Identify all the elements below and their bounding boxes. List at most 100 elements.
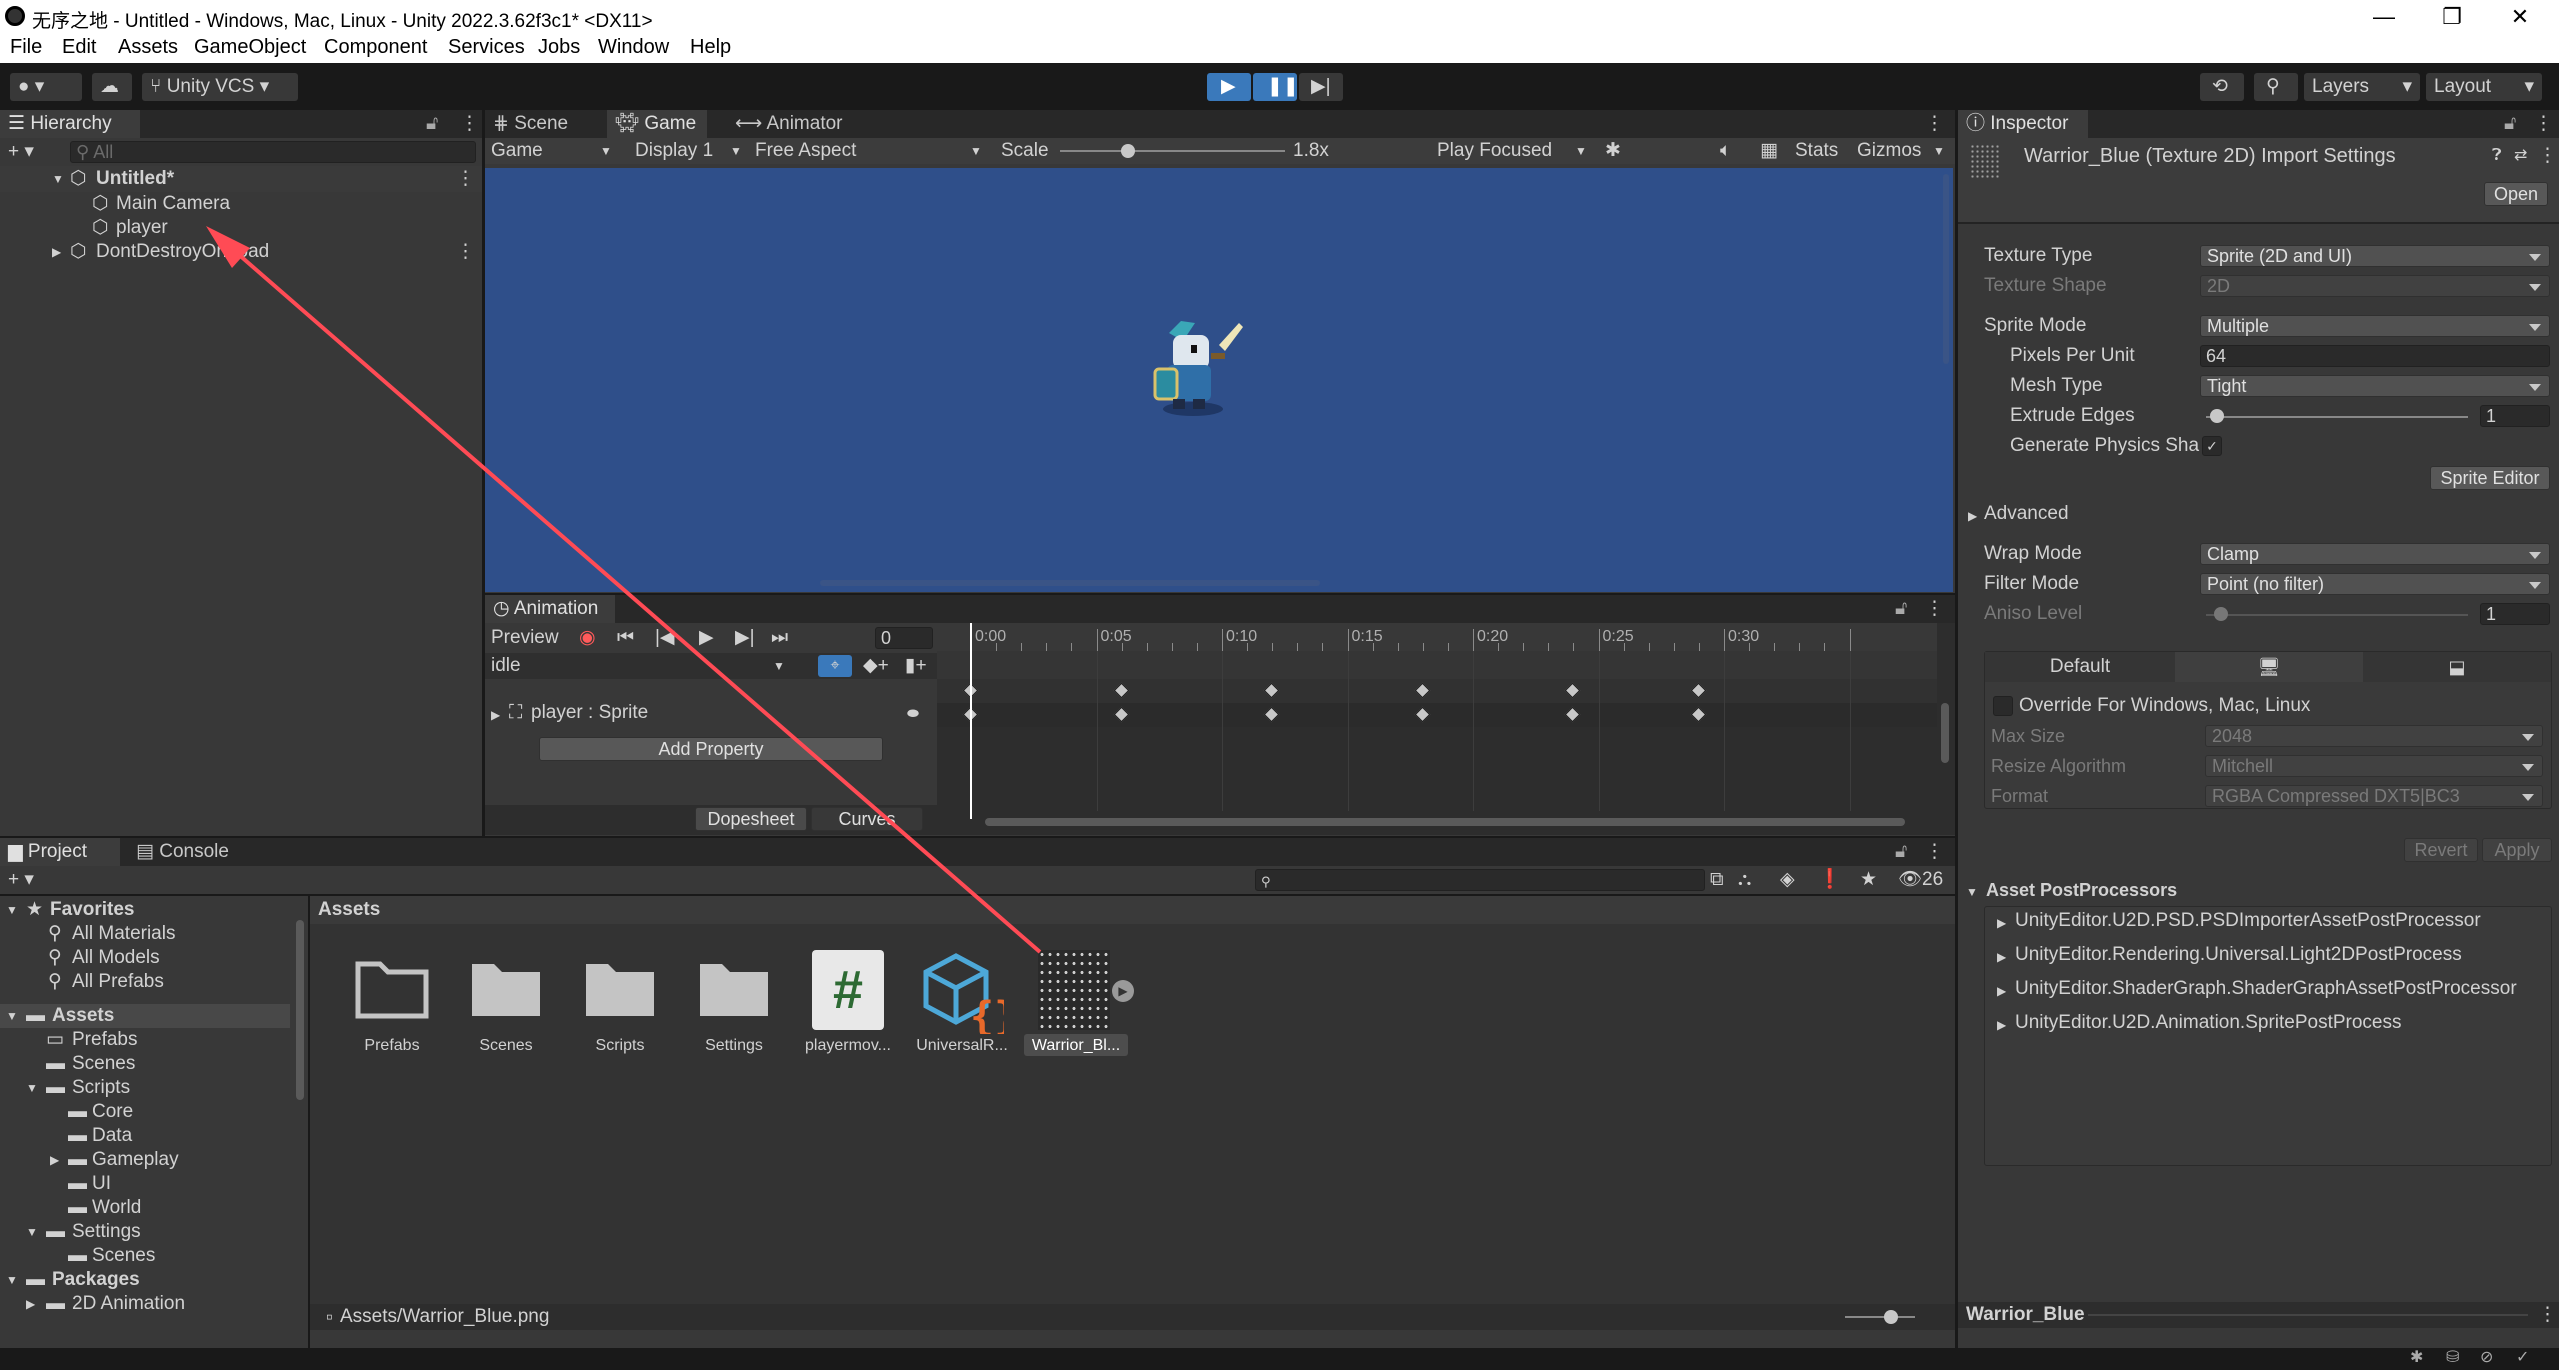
postprocessor-item[interactable]: UnityEditor.U2D.PSD.PSDImporterAssetPost… <box>2015 909 2481 933</box>
display-dropdown[interactable]: Display 1 <box>635 139 713 163</box>
cloud-icon[interactable]: ☁ <box>92 73 132 101</box>
pixels-per-unit-input[interactable]: 64 <box>2200 345 2550 367</box>
tree-prefabs[interactable]: Prefabs <box>72 1028 137 1052</box>
tab-inspector[interactable]: ⓘ Inspector <box>1958 110 2088 138</box>
chevron-down-icon[interactable]: ▼ <box>1933 139 1945 163</box>
favorite-star-icon[interactable]: ★ <box>1860 868 1877 892</box>
keyframe[interactable] <box>1414 682 1431 699</box>
lock-icon[interactable]: 🔓︎ <box>426 112 438 136</box>
filter-by-selection-icon[interactable]: ⌖ <box>818 655 852 677</box>
expand-icon[interactable]: ▶ <box>26 1292 35 1316</box>
lock-icon[interactable]: 🔓︎ <box>1895 597 1907 621</box>
tab-animation[interactable]: ◷ Animation <box>485 595 615 623</box>
texture-type-dropdown[interactable]: Sprite (2D and UI) <box>2200 245 2550 267</box>
last-keyframe-button[interactable]: ⏭ <box>771 626 788 650</box>
override-checkbox[interactable] <box>1993 696 2013 716</box>
curves-tab[interactable]: Curves <box>811 807 923 831</box>
collapse-icon[interactable]: ▼ <box>26 1220 38 1244</box>
collapse-icon[interactable]: ▼ <box>1966 880 1978 904</box>
game-mode-dropdown[interactable]: Game <box>491 139 543 163</box>
collapse-icon[interactable]: ▶ <box>52 240 61 264</box>
favorite-all-models[interactable]: All Models <box>72 946 160 970</box>
minimize-button[interactable]: — <box>2350 0 2418 33</box>
dopesheet-tab[interactable]: Dopesheet <box>695 807 807 831</box>
hierarchy-search-input[interactable]: ⚲ All <box>70 141 476 163</box>
asset-warrior-blue[interactable]: ▶ Warrior_Bl... <box>1024 950 1134 1064</box>
search-icon[interactable]: ⚲ <box>2254 73 2298 101</box>
kebab-menu-icon[interactable]: ⋮ <box>1925 597 1944 621</box>
add-property-button[interactable]: Add Property <box>539 737 883 761</box>
help-icon[interactable]: ❓︎ <box>2492 144 2502 168</box>
presets-icon[interactable]: ⇄ <box>2514 144 2527 168</box>
platform-tab-default[interactable]: Default <box>1985 652 2175 682</box>
create-button[interactable]: + ▾ <box>8 140 34 164</box>
property-options-icon[interactable]: ⬬ <box>907 701 919 725</box>
close-button[interactable]: ✕ <box>2486 0 2554 33</box>
keyframe[interactable] <box>1565 706 1581 723</box>
expand-property-icon[interactable]: ▶ <box>491 703 500 727</box>
expand-icon[interactable]: ▶ <box>1997 1013 2006 1037</box>
tab-project[interactable]: ▆ Project <box>0 838 120 866</box>
postprocessor-item[interactable]: UnityEditor.ShaderGraph.ShaderGraphAsset… <box>2015 977 2517 1001</box>
next-keyframe-button[interactable]: ▶| <box>735 626 755 650</box>
preview-button[interactable]: Preview <box>491 626 559 650</box>
collapse-icon[interactable]: ▼ <box>6 1268 18 1292</box>
vcs-button[interactable]: ⑂ Unity VCS ▾ <box>142 73 298 101</box>
play-focused-dropdown[interactable]: Play Focused <box>1437 139 1552 163</box>
layout-dropdown[interactable]: Layout ▾ <box>2426 73 2542 101</box>
postprocessor-item[interactable]: UnityEditor.U2D.Animation.SpritePostProc… <box>2015 1011 2402 1035</box>
aspect-dropdown[interactable]: Free Aspect <box>755 139 856 163</box>
maximize-button[interactable]: ❐ <box>2418 0 2486 33</box>
kebab-menu-icon[interactable]: ⋮ <box>2538 144 2557 168</box>
tree-packages[interactable]: Packages <box>52 1268 140 1292</box>
play-button[interactable]: ▶ <box>1207 73 1251 101</box>
open-button[interactable]: Open <box>2484 182 2548 206</box>
asset-universalrp[interactable]: {} UniversalR... <box>910 950 1014 1064</box>
breadcrumb[interactable]: Assets <box>318 898 380 922</box>
tree-ui[interactable]: UI <box>92 1172 111 1196</box>
collapse-icon[interactable]: ▼ <box>26 1076 38 1100</box>
keyframe[interactable] <box>1113 706 1129 723</box>
log-filter-icon[interactable]: ❗ <box>1818 868 1842 892</box>
filter-by-label-icon[interactable]: ◈ <box>1780 868 1795 892</box>
viewport-scrollbar-vertical[interactable] <box>1943 174 1949 364</box>
hierarchy-item-dontdestroyonload[interactable]: DontDestroyOnLoad <box>96 240 269 264</box>
dopesheet-timeline[interactable]: 0:00 0:05 0:10 0:15 0:20 0:25 0:30 <box>937 623 1955 835</box>
expand-icon[interactable]: ▶ <box>1997 945 2006 969</box>
kebab-menu-icon[interactable]: ⋮ <box>2534 112 2553 136</box>
favorite-all-prefabs[interactable]: All Prefabs <box>72 970 164 994</box>
scene-row[interactable]: ▼ ⬡ Untitled* ⋮ <box>0 166 482 192</box>
tree-core[interactable]: Core <box>92 1100 133 1124</box>
keyframe[interactable] <box>1263 682 1280 699</box>
collapse-icon[interactable]: ▼ <box>6 1004 18 1028</box>
tab-animator[interactable]: ⟷ Animator <box>727 110 847 138</box>
expand-icon[interactable]: ▶ <box>1997 911 2006 935</box>
tree-settings[interactable]: Settings <box>72 1220 141 1244</box>
extrude-edges-slider[interactable] <box>2206 416 2468 418</box>
icon-size-slider[interactable] <box>1845 1316 1915 1318</box>
collapse-icon[interactable]: ▼ <box>6 898 18 922</box>
sprite-editor-button[interactable]: Sprite Editor <box>2430 466 2550 490</box>
tab-game[interactable]: 👾︎ Game <box>607 110 707 138</box>
record-button[interactable]: ◉ <box>579 626 596 650</box>
asset-postprocessors-header[interactable]: Asset PostProcessors <box>1986 878 2177 902</box>
tab-scene[interactable]: ⋕ Scene <box>485 110 590 138</box>
kebab-menu-icon[interactable]: ⋮ <box>2538 1303 2557 1327</box>
extrude-edges-input[interactable]: 1 <box>2480 405 2550 427</box>
previous-keyframe-button[interactable]: |◀ <box>655 626 675 650</box>
platform-tab-standalone-icon[interactable]: 🖥︎ <box>2175 652 2363 682</box>
favorites-header[interactable]: Favorites <box>50 898 134 922</box>
stats-button[interactable]: Stats <box>1795 139 1838 163</box>
tab-hierarchy[interactable]: ☰ Hierarchy <box>0 110 140 138</box>
asset-scenes[interactable]: Scenes <box>454 954 558 1064</box>
keyframe[interactable] <box>1113 682 1129 699</box>
debug-icon[interactable]: ✱ <box>2410 1346 2423 1370</box>
filter-by-type-icon[interactable]: ⛬ <box>1738 868 1751 892</box>
favorite-all-materials[interactable]: All Materials <box>72 922 175 946</box>
generate-physics-shape-checkbox[interactable]: ✓ <box>2202 436 2222 456</box>
scene-menu-icon[interactable]: ⋮ <box>456 240 475 264</box>
wrap-mode-dropdown[interactable]: Clamp <box>2200 543 2550 565</box>
collab-check-icon[interactable]: ✓ <box>2516 1346 2529 1370</box>
scene-menu-icon[interactable]: ⋮ <box>456 167 475 191</box>
keyframe[interactable] <box>1565 682 1581 699</box>
